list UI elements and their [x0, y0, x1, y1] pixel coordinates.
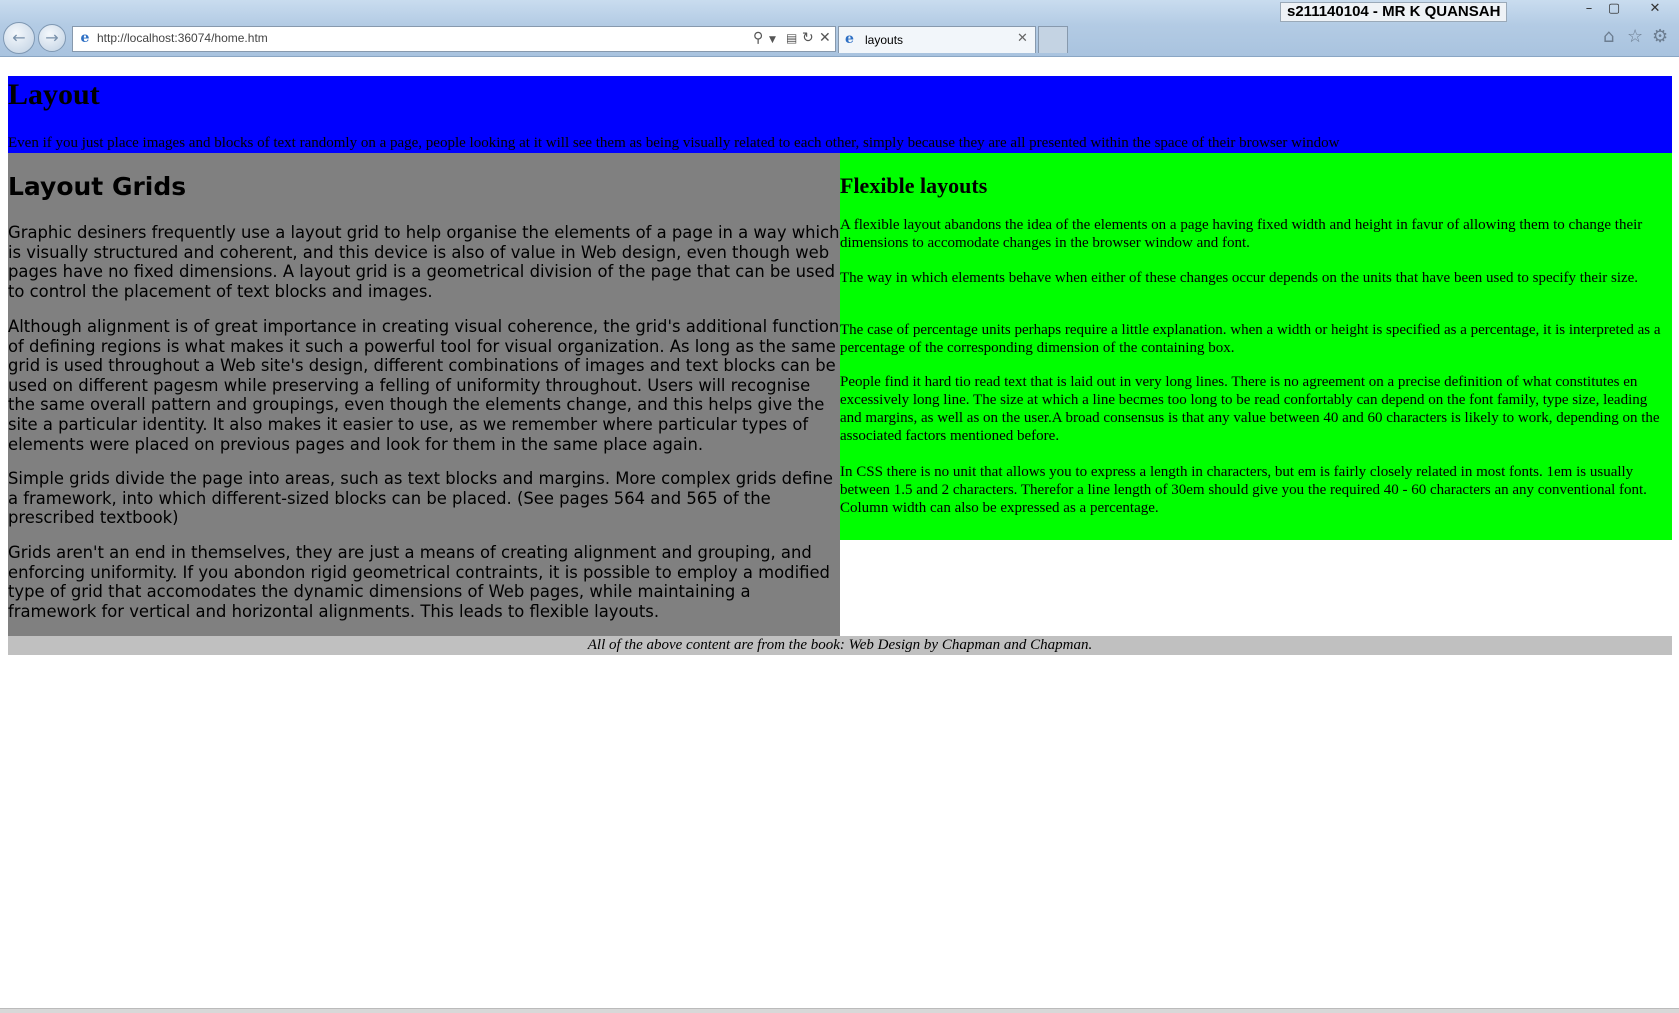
- page-footer: All of the above content are from the bo…: [8, 636, 1672, 655]
- gear-icon[interactable]: ⚙: [1652, 26, 1668, 47]
- url-text[interactable]: http://localhost:36074/home.htm: [97, 31, 268, 45]
- left-paragraph: Although alignment is of great importanc…: [8, 317, 840, 454]
- forward-icon: →: [45, 28, 59, 47]
- page-content: Layout Even if you just place images and…: [8, 76, 1672, 655]
- new-tab-button[interactable]: [1038, 26, 1068, 53]
- chevron-down-icon[interactable]: ▼: [769, 32, 776, 48]
- right-paragraph: People find it hard tio read text that i…: [840, 374, 1660, 444]
- home-icon[interactable]: ⌂: [1603, 26, 1614, 47]
- left-column: Layout Grids Graphic desiners frequently…: [8, 153, 840, 636]
- back-button[interactable]: ←: [3, 22, 35, 54]
- ie-icon: e: [845, 31, 854, 47]
- close-tab-icon[interactable]: ✕: [1017, 31, 1028, 46]
- back-icon: ←: [12, 28, 26, 47]
- user-label: s211140104 - MR K QUANSAH: [1280, 2, 1508, 22]
- right-paragraph: A flexible layout abandons the idea of t…: [840, 217, 1643, 251]
- right-paragraph: The way in which elements behave when ei…: [840, 270, 1639, 286]
- page-header: Layout Even if you just place images and…: [8, 76, 1672, 153]
- page-title: Layout: [8, 78, 100, 111]
- left-heading: Layout Grids: [8, 172, 187, 201]
- content-columns: Layout Grids Graphic desiners frequently…: [8, 153, 1672, 636]
- minimize-button[interactable]: –: [1576, 0, 1602, 18]
- right-paragraph: The case of percentage units perhaps req…: [840, 322, 1661, 356]
- right-heading: Flexible layouts: [840, 173, 988, 198]
- tab-label[interactable]: layouts: [865, 33, 903, 47]
- header-intro: Even if you just place images and blocks…: [8, 135, 1340, 151]
- close-window-button[interactable]: ✕: [1640, 0, 1670, 18]
- ie-icon: e: [80, 30, 90, 46]
- compat-icon[interactable]: ▤: [786, 30, 797, 46]
- status-bar: [0, 1008, 1679, 1013]
- maximize-button[interactable]: ▢: [1601, 0, 1627, 18]
- refresh-icon[interactable]: ↻: [802, 30, 814, 46]
- left-paragraph: Graphic desiners frequently use a layout…: [8, 223, 840, 301]
- left-paragraph: Grids aren't an end in themselves, they …: [8, 543, 830, 621]
- left-paragraph: Simple grids divide the page into areas,…: [8, 469, 833, 528]
- stop-icon[interactable]: ✕: [819, 30, 831, 46]
- tab-layouts[interactable]: e layouts ✕: [838, 26, 1036, 53]
- right-paragraph: In CSS there is no unit that allows you …: [840, 464, 1647, 516]
- star-icon[interactable]: ☆: [1627, 26, 1643, 47]
- address-bar[interactable]: e http://localhost:36074/home.htm ⚲ ▼ ▤ …: [72, 26, 836, 52]
- right-column: Flexible layouts A flexible layout aband…: [840, 153, 1672, 540]
- forward-button[interactable]: →: [38, 24, 66, 52]
- browser-chrome: s211140104 - MR K QUANSAH – ▢ ✕ ← → e ht…: [0, 0, 1679, 57]
- search-icon[interactable]: ⚲: [753, 30, 763, 46]
